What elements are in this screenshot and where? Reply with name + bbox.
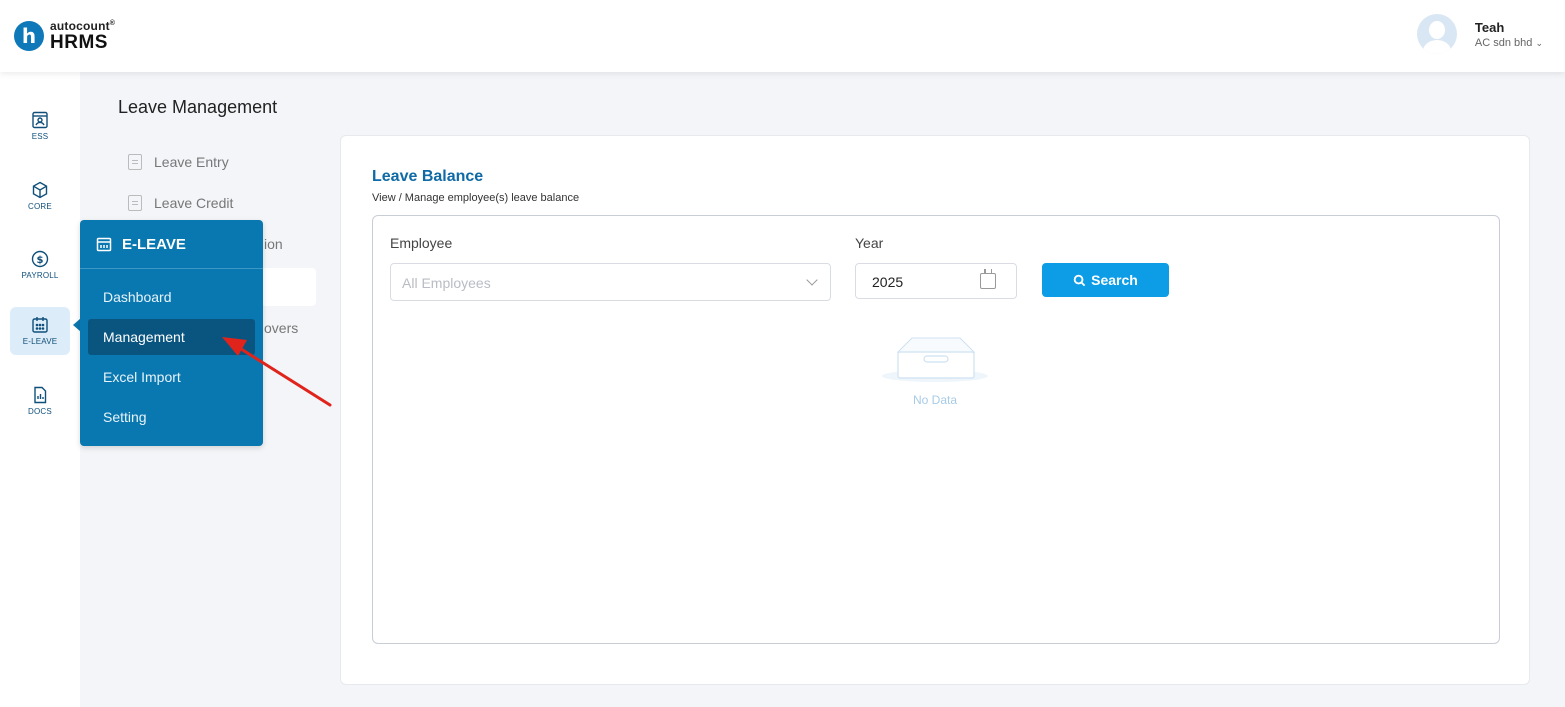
flyout-item-setting[interactable]: Setting (88, 399, 255, 435)
docs-icon (34, 386, 47, 404)
filter-panel: Employee All Employees Year 2025 Search … (372, 215, 1500, 644)
payroll-icon: $ (31, 250, 49, 268)
rail-item-e-leave[interactable]: E-LEAVE (10, 307, 70, 355)
employee-select[interactable]: All Employees (390, 263, 831, 301)
employee-label: Employee (390, 235, 453, 251)
module-rail: ESS CORE $ PAYROLL E-LEAVE DOCS (0, 72, 80, 707)
flyout-item-excel-import[interactable]: Excel Import (88, 359, 255, 395)
card-title: Leave Balance (372, 168, 484, 185)
year-picker[interactable]: 2025 (855, 263, 1017, 299)
user-name: Teah (1474, 19, 1505, 35)
flyout-item-dashboard[interactable]: Dashboard (88, 279, 255, 315)
subnav-active-highlight (262, 268, 316, 306)
subnav-peek-text[interactable]: ion (264, 236, 283, 252)
avatar (1416, 14, 1457, 54)
leave-balance-card: Leave Balance View / Manage employee(s) … (340, 135, 1530, 685)
logo-brand-bottom: HRMS (50, 32, 108, 53)
flyout-item-management[interactable]: Management (88, 319, 255, 355)
app-logo[interactable]: h autocount® HRMS (14, 20, 115, 52)
svg-text:$: $ (37, 255, 44, 266)
document-icon (128, 154, 142, 170)
page-title: Leave Management (118, 97, 278, 117)
calendar-icon (96, 237, 112, 252)
subnav-peek-text[interactable]: overs (264, 320, 298, 336)
subnav-leave-entry[interactable]: Leave Entry (128, 154, 229, 170)
top-header: h autocount® HRMS Teah AC sdn bhd ⌄ (0, 0, 1565, 72)
rail-item-ess[interactable]: ESS (10, 102, 70, 150)
empty-state-text: No Data (912, 393, 958, 407)
subnav-leave-credit[interactable]: Leave Credit (128, 195, 233, 211)
chevron-down-icon: ⌄ (1535, 37, 1543, 48)
search-icon (1073, 274, 1086, 286)
core-icon (32, 181, 48, 199)
user-menu[interactable]: Teah AC sdn bhd ⌄ (1416, 14, 1543, 54)
calendar-icon[interactable] (980, 269, 996, 289)
card-subtitle: View / Manage employee(s) leave balance (372, 192, 580, 204)
document-icon (128, 195, 142, 211)
ess-icon (32, 111, 48, 129)
company-name: AC sdn bhd (1474, 36, 1533, 49)
year-label: Year (855, 235, 884, 251)
empty-box-icon (882, 337, 988, 382)
rail-item-docs[interactable]: DOCS (10, 377, 70, 425)
empty-state: No Data (880, 334, 990, 407)
e-leave-flyout-menu: E-LEAVE Dashboard Management Excel Impor… (80, 220, 263, 446)
calendar-icon (32, 317, 48, 333)
rail-item-payroll[interactable]: $ PAYROLL (10, 241, 70, 289)
search-button[interactable]: Search (1042, 263, 1169, 297)
rail-item-core[interactable]: CORE (10, 172, 70, 220)
logo-mark: h (14, 21, 44, 51)
chevron-down-icon (806, 274, 818, 286)
flyout-header: E-LEAVE (80, 220, 263, 269)
logo-brand-top: autocount (50, 19, 110, 33)
